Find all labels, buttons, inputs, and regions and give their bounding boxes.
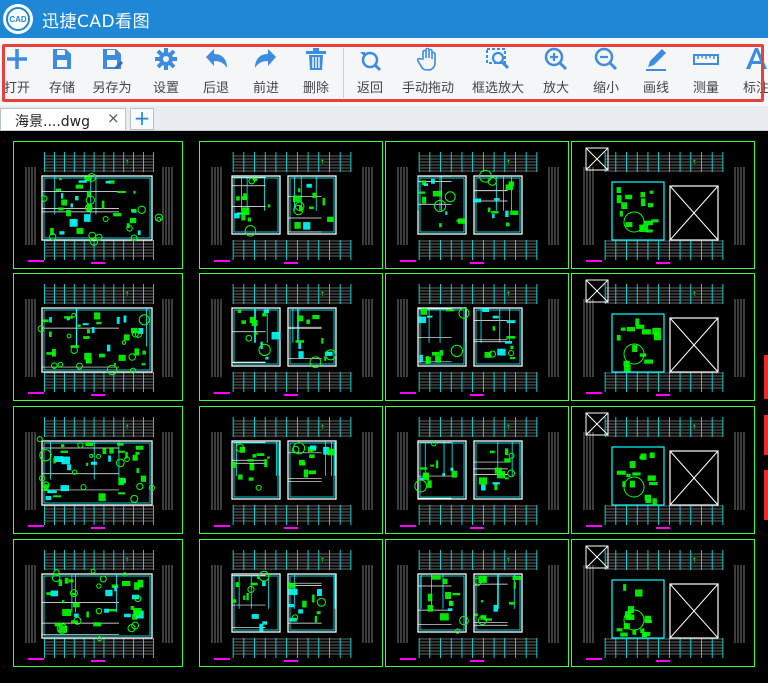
toolbar-button-window-zoom[interactable]: 框选放大 (468, 44, 528, 100)
drawing-sheet: ↑ (385, 273, 569, 401)
floor-plan-drawing: ↑ (25, 152, 173, 264)
toolbar-button-return[interactable]: 返回 (340, 44, 400, 100)
cad-logo-icon: CAD (6, 7, 30, 31)
drawing-sheet: ↑ (571, 273, 755, 401)
drawing-sheet: ↑ (199, 406, 383, 534)
floor-plan-drawing: ↑ (397, 417, 559, 529)
gear-icon (155, 48, 177, 70)
window-zoom-icon (486, 48, 510, 70)
svg-text:↑: ↑ (506, 159, 511, 166)
return-icon (360, 51, 382, 72)
drawing-sheet: ↑ (13, 539, 183, 667)
toolbar-button-label: 另存为 (92, 81, 132, 96)
toolbar-button-label: 返回 (356, 81, 383, 96)
svg-text:↑: ↑ (320, 424, 325, 431)
app-title: 迅捷CAD看图 (42, 11, 151, 32)
floor-plan-drawing: ↑ (25, 550, 173, 662)
canvas-edge-marker (764, 415, 768, 455)
floor-plan-drawing: ↑ (397, 550, 559, 662)
drawing-sheet: ↑ (385, 539, 569, 667)
new-tab-button[interactable]: + (130, 108, 154, 130)
toolbar-button-delete[interactable]: 删除 (286, 44, 346, 100)
pencil-icon (646, 49, 666, 71)
toolbar-button-saveas[interactable]: 另存为 (82, 44, 142, 100)
zoom-in-icon (544, 47, 568, 71)
zoom-out-icon (594, 47, 618, 71)
text-a-icon (746, 48, 767, 69)
floor-plan-drawing: ↑ (211, 152, 373, 264)
canvas-edge-marker (764, 470, 768, 520)
svg-text:↑: ↑ (506, 557, 511, 564)
svg-text:↑: ↑ (125, 291, 130, 298)
svg-text:↑: ↑ (320, 159, 325, 166)
floor-plan-drawing: ↑ (583, 279, 745, 396)
drawing-sheet: ↑ (13, 406, 183, 534)
toolbar-button-label: 标注 (742, 81, 768, 96)
toolbar-button-label: 删除 (302, 81, 329, 96)
plus-icon (7, 49, 27, 69)
canvas-edge-marker (764, 355, 768, 399)
drawing-sheet: ↑ (199, 539, 383, 667)
svg-text:↑: ↑ (692, 424, 697, 431)
svg-text:↑: ↑ (320, 291, 325, 298)
floor-plan-drawing: ↑ (583, 412, 745, 529)
undo-arrow-icon (206, 49, 227, 68)
toolbar-button-label: 手动拖动 (401, 81, 454, 96)
drawing-canvas[interactable]: ↑ ↑ ↑ ↑ ↑ ↑ ↑ ↑ ↑ ↑ ↑ ↑ ↑ ↑ ↑ ↑ (0, 131, 768, 683)
svg-text:↑: ↑ (125, 159, 130, 166)
floor-plan-drawing: ↑ (397, 284, 559, 396)
drawing-sheet: ↑ (571, 406, 755, 534)
floor-plan-drawing: ↑ (25, 284, 173, 396)
floor-plan-drawing: ↑ (211, 417, 373, 529)
svg-text:↑: ↑ (506, 291, 511, 298)
drawing-sheet: ↑ (571, 539, 755, 667)
svg-text:↑: ↑ (692, 557, 697, 564)
drawing-sheet: ↑ (13, 141, 183, 269)
drawing-sheet: ↑ (13, 273, 183, 401)
svg-text:↑: ↑ (320, 557, 325, 564)
title-bar: CAD 迅捷CAD看图 (0, 0, 768, 38)
ruler-icon (693, 54, 719, 65)
floor-plan-drawing: ↑ (397, 152, 559, 264)
hand-icon (416, 47, 436, 71)
save-icon (53, 49, 71, 69)
tab-drawing-file[interactable]: 海景....dwg × (0, 108, 126, 130)
svg-text:↑: ↑ (692, 159, 697, 166)
svg-text:↑: ↑ (692, 291, 697, 298)
redo-arrow-icon (255, 49, 276, 68)
svg-text:↑: ↑ (125, 557, 130, 564)
toolbar-button-annotate[interactable]: 标注 (726, 44, 768, 100)
drawing-sheet: ↑ (199, 273, 383, 401)
tab-label: 海景....dwg (15, 114, 91, 130)
floor-plan-drawing: ↑ (25, 417, 173, 529)
floor-plan-drawing: ↑ (211, 550, 373, 662)
svg-text:↑: ↑ (506, 424, 511, 431)
drawing-sheet: ↑ (385, 406, 569, 534)
app-logo: CAD (3, 4, 33, 34)
drawing-sheet: ↑ (571, 141, 755, 269)
toolbar-button-pan[interactable]: 手动拖动 (398, 44, 458, 100)
svg-text:↑: ↑ (125, 424, 130, 431)
floor-plan-drawing: ↑ (583, 147, 745, 264)
floor-plan-drawing: ↑ (211, 284, 373, 396)
toolbar: 打开 存储 另存为 设置 后退 前进 删除 返回 手动拖动 框选放大 放大 缩小 画线 测量 标注 (0, 38, 768, 107)
tab-bar: 海景....dwg × + (0, 106, 768, 131)
drawing-sheet: ↑ (199, 141, 383, 269)
toolbar-button-label: 框选放大 (471, 81, 524, 96)
save-as-icon (103, 49, 123, 69)
floor-plan-drawing: ↑ (583, 545, 745, 662)
trash-icon (306, 48, 326, 70)
close-icon[interactable]: × (107, 109, 120, 127)
drawing-sheet: ↑ (385, 141, 569, 269)
